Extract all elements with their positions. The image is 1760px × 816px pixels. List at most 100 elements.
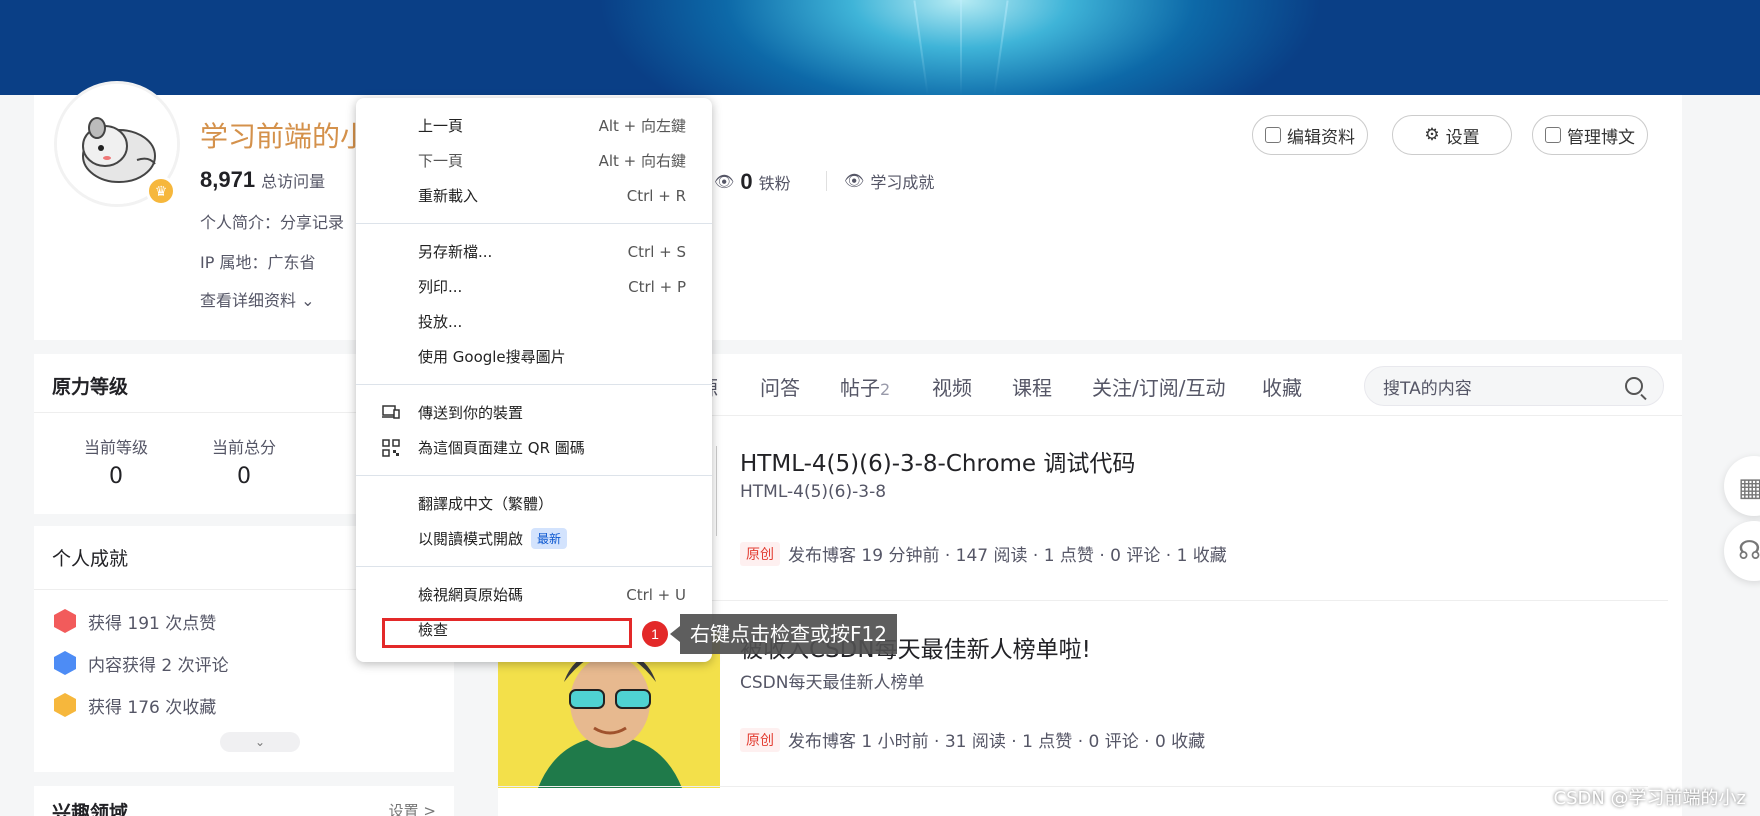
menu-label: 使用 Google搜尋圖片 bbox=[418, 348, 566, 366]
menu-label: 上一頁 bbox=[418, 117, 464, 135]
details-link[interactable]: 查看详细资料 ⌄ bbox=[200, 287, 315, 311]
qr-code-icon bbox=[382, 439, 400, 457]
menu-item-save-as[interactable]: 另存新檔... Ctrl + S bbox=[356, 234, 712, 269]
inspect-highlight-box bbox=[382, 618, 632, 648]
menu-separator bbox=[356, 223, 712, 224]
fans-label: 铁粉 bbox=[758, 176, 791, 193]
eye-icon: 👁 bbox=[714, 174, 735, 191]
menu-shortcut: Alt + 向右鍵 bbox=[598, 152, 686, 170]
annotation-tooltip: 右键点击检查或按F12 bbox=[670, 614, 897, 654]
tab-posts[interactable]: 帖子2 bbox=[840, 372, 890, 401]
menu-label: 投放... bbox=[418, 313, 463, 331]
menu-label: 為這個頁面建立 QR 圖碼 bbox=[418, 439, 585, 457]
edit-icon bbox=[1265, 127, 1281, 143]
menu-item-view-source[interactable]: 檢視網頁原始碼 Ctrl + U bbox=[356, 577, 712, 612]
article-meta: 原创 发布博客 1 小时前 · 31 阅读 · 1 点赞 · 0 评论 · 0 … bbox=[740, 727, 1205, 752]
support-float-button[interactable]: ☊ bbox=[1724, 521, 1760, 581]
article-title[interactable]: HTML-4(5)(6)-3-8-Chrome 调试代码 bbox=[740, 444, 1135, 478]
menu-label: 翻譯成中文（繁體） bbox=[418, 495, 554, 513]
article-meta-text: 发布博客 19 分钟前 · 147 阅读 · 1 点赞 · 0 评论 · 1 收… bbox=[788, 546, 1227, 566]
manage-posts-label: 管理博文 bbox=[1567, 127, 1635, 148]
new-badge: 最新 bbox=[531, 528, 568, 549]
profile-intro: 个人简介：分享记录 bbox=[200, 213, 345, 232]
tab-qa[interactable]: 问答 bbox=[760, 372, 800, 401]
interest-settings-link[interactable]: 设置 > bbox=[389, 800, 436, 816]
settings-button[interactable]: ⚙ 设置 bbox=[1392, 115, 1512, 155]
achievement-text: 获得 191 次点赞 bbox=[88, 613, 217, 634]
favorite-badge-icon bbox=[54, 693, 76, 717]
visits-stat: 8,971 总访问量 bbox=[200, 167, 325, 193]
manage-posts-button[interactable]: 管理博文 bbox=[1532, 115, 1648, 155]
menu-label: 另存新檔... bbox=[418, 243, 493, 261]
gear-icon: ⚙ bbox=[1424, 125, 1440, 145]
tab-follow[interactable]: 关注/订阅/互动 bbox=[1092, 372, 1225, 401]
eye-icon: 👁 bbox=[844, 173, 865, 190]
search-box[interactable]: 搜TA的内容 bbox=[1364, 366, 1664, 406]
menu-label: 下一頁 bbox=[418, 152, 464, 170]
menu-shortcut: Ctrl + S bbox=[627, 242, 686, 261]
step-number-badge: 1 bbox=[642, 621, 668, 647]
device-icon bbox=[382, 404, 400, 420]
expand-achievements-button[interactable]: ⌄ bbox=[220, 732, 300, 752]
menu-shortcut: Alt + 向左鍵 bbox=[598, 117, 686, 135]
tab-posts-count: 2 bbox=[880, 380, 891, 399]
menu-shortcut: Ctrl + P bbox=[628, 277, 686, 296]
menu-item-qr-code[interactable]: 為這個頁面建立 QR 圖碼 bbox=[356, 430, 712, 465]
menu-label: 檢視網頁原始碼 bbox=[418, 586, 524, 604]
menu-item-translate[interactable]: 翻譯成中文（繁體） bbox=[356, 486, 712, 521]
settings-label: 设置 bbox=[1445, 127, 1480, 148]
current-score: 当前总分 0 bbox=[194, 434, 294, 489]
qr-float-button[interactable]: ▦ bbox=[1724, 456, 1760, 516]
profile-ip: IP 属地：广东省 bbox=[200, 253, 316, 272]
menu-item-back[interactable]: 上一頁 Alt + 向左鍵 bbox=[356, 108, 712, 143]
article-meta-text: 发布博客 1 小时前 · 31 阅读 · 1 点赞 · 0 评论 · 0 收藏 bbox=[788, 732, 1206, 752]
learning-stat[interactable]: 👁 学习成就 bbox=[844, 169, 934, 193]
profile-banner bbox=[0, 0, 1760, 95]
tab-video[interactable]: 视频 bbox=[932, 372, 972, 401]
fans-stat[interactable]: 👁 0 铁粉 bbox=[714, 169, 791, 195]
qr-code-icon: ▦ bbox=[1738, 472, 1760, 502]
menu-item-print[interactable]: 列印... Ctrl + P bbox=[356, 269, 712, 304]
watermark: CSDN @学习前端的小z bbox=[1553, 788, 1747, 809]
profile-name[interactable]: 学习前端的小 bbox=[200, 115, 368, 155]
tab-posts-label: 帖子 bbox=[840, 376, 880, 400]
menu-item-forward[interactable]: 下一頁 Alt + 向右鍵 bbox=[356, 143, 712, 178]
current-level: 当前等级 0 bbox=[66, 434, 166, 489]
chevron-down-icon: ⌄ bbox=[296, 291, 315, 310]
article-desc: CSDN每天最佳新人榜单 bbox=[740, 673, 925, 693]
visits-count: 8,971 bbox=[200, 167, 256, 192]
menu-item-reload[interactable]: 重新載入 Ctrl + R bbox=[356, 178, 712, 213]
menu-label: 重新載入 bbox=[418, 187, 479, 205]
vip-crown-icon: ♛ bbox=[146, 176, 176, 206]
menu-item-send-to-device[interactable]: 傳送到你的裝置 bbox=[356, 395, 712, 430]
tab-favorites[interactable]: 收藏 bbox=[1262, 372, 1302, 401]
menu-item-google-lens[interactable]: 使用 Google搜尋圖片 bbox=[356, 339, 712, 374]
like-badge-icon bbox=[54, 609, 76, 633]
edit-profile-button[interactable]: 编辑资料 bbox=[1252, 115, 1368, 155]
menu-separator bbox=[356, 384, 712, 385]
interest-card: 兴趣领域 设置 > bbox=[34, 786, 454, 816]
menu-label: 列印... bbox=[418, 278, 463, 296]
achievement-text: 内容获得 2 次评论 bbox=[88, 655, 229, 676]
current-score-label: 当前总分 bbox=[211, 438, 276, 457]
menu-item-reading-mode[interactable]: 以閱讀模式開啟 最新 bbox=[356, 521, 712, 556]
achievement-item: 获得 176 次收藏 bbox=[34, 684, 454, 726]
current-level-value: 0 bbox=[109, 464, 123, 489]
headset-icon: ☊ bbox=[1738, 535, 1760, 565]
menu-separator bbox=[356, 566, 712, 567]
interest-title: 兴趣领域 bbox=[52, 802, 129, 816]
stat-divider bbox=[826, 171, 827, 191]
current-score-value: 0 bbox=[237, 464, 251, 489]
comment-badge-icon bbox=[54, 651, 76, 675]
search-input[interactable]: 搜TA的内容 bbox=[1383, 374, 1472, 399]
original-tag: 原创 bbox=[740, 727, 780, 752]
tab-course[interactable]: 课程 bbox=[1012, 372, 1052, 401]
menu-item-cast[interactable]: 投放... bbox=[356, 304, 712, 339]
search-icon[interactable] bbox=[1625, 377, 1643, 395]
original-tag: 原创 bbox=[740, 541, 780, 566]
details-link-label: 查看详细资料 bbox=[200, 291, 297, 310]
manage-icon bbox=[1545, 127, 1561, 143]
menu-separator bbox=[356, 475, 712, 476]
article-divider bbox=[498, 786, 1648, 787]
visits-label: 总访问量 bbox=[261, 174, 326, 191]
